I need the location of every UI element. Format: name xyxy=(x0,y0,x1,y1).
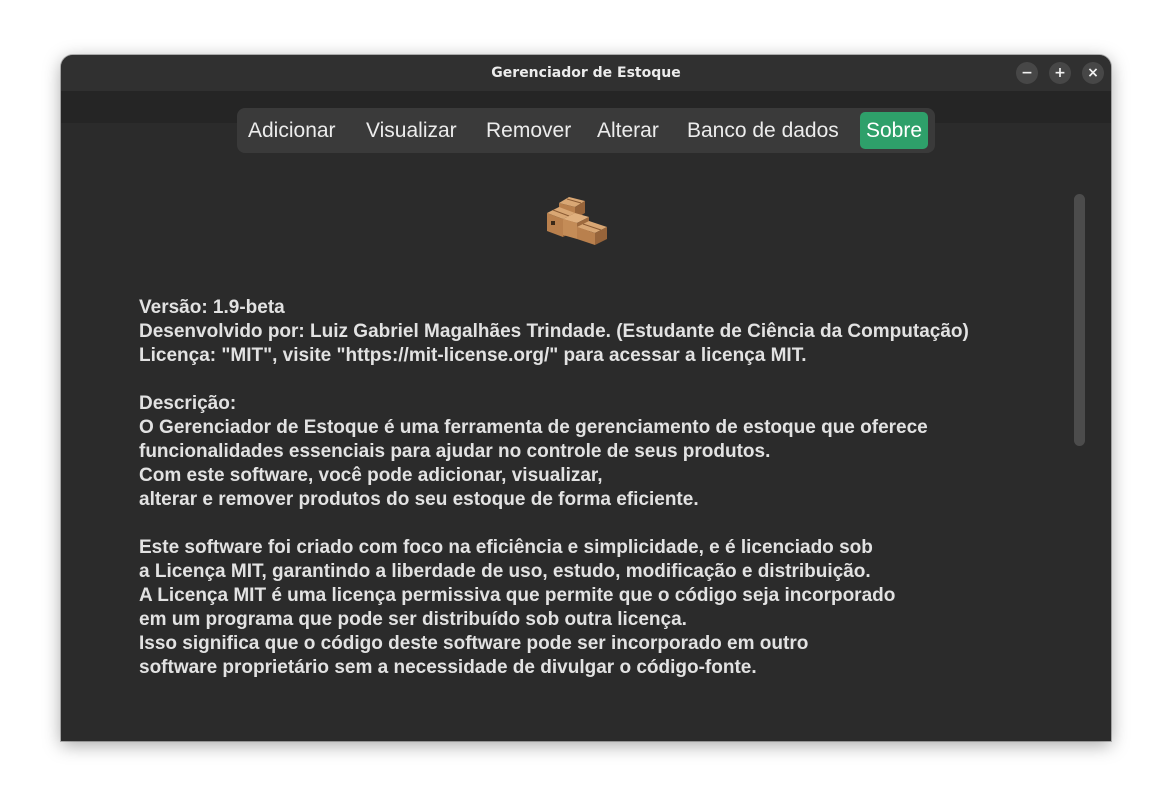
scrollbar-thumb[interactable] xyxy=(1074,194,1085,446)
about-line: Desenvolvido por: Luiz Gabriel Magalhães… xyxy=(139,321,969,342)
about-line: O Gerenciador de Estoque é uma ferrament… xyxy=(139,417,928,438)
about-line: Isso significa que o código deste softwa… xyxy=(139,633,809,654)
about-line: Versão: 1.9-beta xyxy=(139,297,285,318)
package-boxes-icon xyxy=(541,193,611,249)
tab-bar: Adicionar Visualizar Remover Alterar Ban… xyxy=(237,108,935,153)
about-line: Descrição: xyxy=(139,393,237,414)
tab-visualizar[interactable]: Visualizar xyxy=(360,112,463,149)
about-line xyxy=(139,512,1059,536)
about-text: Versão: 1.9-beta Desenvolvido por: Luiz … xyxy=(139,296,1059,680)
app-window: Gerenciador de Estoque − + × Adicionar V… xyxy=(61,55,1111,741)
about-line: Este software foi criado com foco na efi… xyxy=(139,537,873,558)
tab-alterar[interactable]: Alterar xyxy=(591,112,665,149)
about-line: alterar e remover produtos do seu estoqu… xyxy=(139,489,699,510)
about-line: Com este software, você pode adicionar, … xyxy=(139,465,603,486)
title-bar[interactable]: Gerenciador de Estoque − + × xyxy=(61,55,1111,91)
about-line: funcionalidades essenciais para ajudar n… xyxy=(139,441,771,462)
minimize-button[interactable]: − xyxy=(1016,62,1038,84)
tab-remover[interactable]: Remover xyxy=(480,112,577,149)
tab-adicionar[interactable]: Adicionar xyxy=(242,112,342,149)
maximize-button[interactable]: + xyxy=(1049,62,1071,84)
about-line: em um programa que pode ser distribuído … xyxy=(139,609,687,630)
tab-sobre[interactable]: Sobre xyxy=(860,112,929,149)
about-line: A Licença MIT é uma licença permissiva q… xyxy=(139,585,896,606)
about-line: a Licença MIT, garantindo a liberdade de… xyxy=(139,561,871,582)
close-button[interactable]: × xyxy=(1082,62,1104,84)
tab-banco-de-dados[interactable]: Banco de dados xyxy=(681,112,845,149)
about-line: Licença: "MIT", visite "https://mit-lice… xyxy=(139,345,807,366)
about-line xyxy=(139,368,1059,392)
about-line: software proprietário sem a necessidade … xyxy=(139,657,757,678)
window-title: Gerenciador de Estoque xyxy=(491,65,681,81)
